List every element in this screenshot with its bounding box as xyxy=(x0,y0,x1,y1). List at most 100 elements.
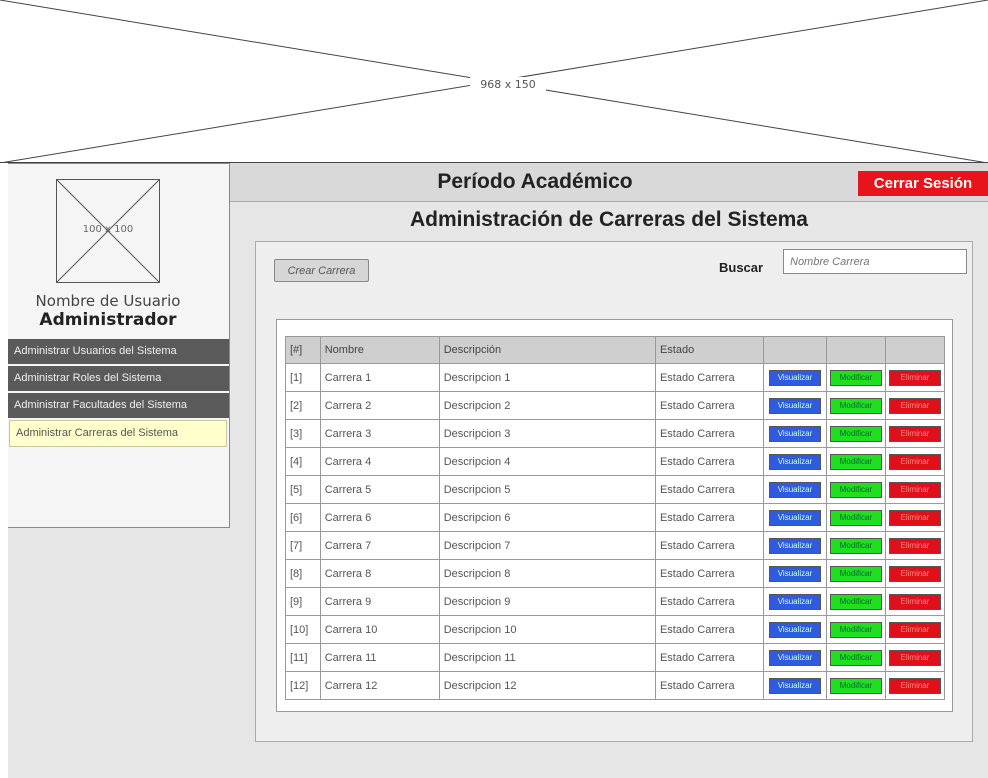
cell-description: Descripcion 7 xyxy=(438,531,656,560)
edit-button[interactable]: Modificar xyxy=(829,537,882,554)
delete-button[interactable]: Eliminar xyxy=(888,565,941,582)
view-button[interactable]: Visualizar xyxy=(769,369,822,386)
cell-edit: Modificar xyxy=(825,503,886,532)
cell-view: Visualizar xyxy=(763,559,827,588)
cell-edit: Modificar xyxy=(825,475,886,504)
cell-description: Descripcion 2 xyxy=(438,391,656,420)
cell-description: Descripcion 5 xyxy=(438,475,656,504)
cell-view: Visualizar xyxy=(763,447,827,476)
sidebar-nav: Administrar Usuarios del Sistema Adminis… xyxy=(8,339,229,447)
delete-button[interactable]: Eliminar xyxy=(888,481,941,498)
cell-index: [10] xyxy=(285,615,321,644)
search-input[interactable] xyxy=(783,249,967,274)
col-header-name: Nombre xyxy=(319,336,440,364)
view-button[interactable]: Visualizar xyxy=(769,537,822,554)
cell-name: Carrera 9 xyxy=(319,587,440,616)
table-row: [1] Carrera 1 Descripcion 1 Estado Carrera V… xyxy=(285,363,946,392)
cell-view: Visualizar xyxy=(763,503,827,532)
view-button[interactable]: Visualizar xyxy=(769,425,822,442)
cell-delete: Eliminar xyxy=(884,671,946,700)
cell-edit: Modificar xyxy=(825,363,886,392)
cell-status: Estado Carrera xyxy=(654,391,765,420)
view-button[interactable]: Visualizar xyxy=(769,453,822,470)
sidebar-item-carreras[interactable]: Administrar Carreras del Sistema xyxy=(9,420,227,447)
edit-button[interactable]: Modificar xyxy=(829,621,882,638)
main-panel: Crear Carrera Buscar [#] Nombre Descripc… xyxy=(255,241,973,742)
edit-button[interactable]: Modificar xyxy=(829,677,882,694)
sidebar: 100 x 100 Nombre de Usuario Administrado… xyxy=(8,163,230,528)
delete-button[interactable]: Eliminar xyxy=(888,649,941,666)
edit-button[interactable]: Modificar xyxy=(829,453,882,470)
delete-button[interactable]: Eliminar xyxy=(888,369,941,386)
cell-delete: Eliminar xyxy=(884,419,946,448)
table-row: [11] Carrera 11 Descripcion 11 Estado Carre… xyxy=(285,643,946,672)
cell-name: Carrera 10 xyxy=(319,615,440,644)
view-button[interactable]: Visualizar xyxy=(769,593,822,610)
view-button[interactable]: Visualizar xyxy=(769,677,822,694)
delete-button[interactable]: Eliminar xyxy=(888,537,941,554)
delete-button[interactable]: Eliminar xyxy=(888,397,941,414)
cell-status: Estado Carrera xyxy=(654,671,765,700)
table-row: [10] Carrera 10 Descripcion 10 Estado Carre… xyxy=(285,615,946,644)
search-label: Buscar xyxy=(719,260,764,275)
edit-button[interactable]: Modificar xyxy=(829,649,882,666)
cell-name: Carrera 1 xyxy=(319,363,440,392)
cell-status: Estado Carrera xyxy=(654,559,765,588)
table-container: [#] Nombre Descripción Estado [1] Carrera… xyxy=(276,319,953,712)
delete-button[interactable]: Eliminar xyxy=(888,425,941,442)
view-button[interactable]: Visualizar xyxy=(769,397,822,414)
create-career-button[interactable]: Crear Carrera xyxy=(274,259,369,282)
edit-button[interactable]: Modificar xyxy=(829,397,882,414)
cell-edit: Modificar xyxy=(825,643,886,672)
view-button[interactable]: Visualizar xyxy=(769,481,822,498)
cell-name: Carrera 3 xyxy=(319,419,440,448)
delete-button[interactable]: Eliminar xyxy=(888,677,941,694)
cell-index: [5] xyxy=(285,475,321,504)
logout-button[interactable]: Cerrar Sesión xyxy=(858,171,988,196)
cell-name: Carrera 12 xyxy=(319,671,440,700)
cell-edit: Modificar xyxy=(825,391,886,420)
view-button[interactable]: Visualizar xyxy=(769,621,822,638)
cell-name: Carrera 7 xyxy=(319,531,440,560)
cell-view: Visualizar xyxy=(763,587,827,616)
cell-edit: Modificar xyxy=(825,587,886,616)
cell-index: [8] xyxy=(285,559,321,588)
cell-edit: Modificar xyxy=(825,531,886,560)
sidebar-item-roles[interactable]: Administrar Roles del Sistema xyxy=(8,366,229,393)
cell-view: Visualizar xyxy=(763,363,827,392)
cell-view: Visualizar xyxy=(763,615,827,644)
cell-delete: Eliminar xyxy=(884,503,946,532)
delete-button[interactable]: Eliminar xyxy=(888,593,941,610)
cell-name: Carrera 11 xyxy=(319,643,440,672)
view-button[interactable]: Visualizar xyxy=(769,649,822,666)
cell-index: [6] xyxy=(285,503,321,532)
edit-button[interactable]: Modificar xyxy=(829,593,882,610)
edit-button[interactable]: Modificar xyxy=(829,425,882,442)
cell-edit: Modificar xyxy=(825,559,886,588)
delete-button[interactable]: Eliminar xyxy=(888,621,941,638)
edit-button[interactable]: Modificar xyxy=(829,565,882,582)
cell-description: Descripcion 10 xyxy=(438,615,656,644)
view-button[interactable]: Visualizar xyxy=(769,565,822,582)
edit-button[interactable]: Modificar xyxy=(829,481,882,498)
cell-view: Visualizar xyxy=(763,419,827,448)
col-header-index: [#] xyxy=(285,336,321,364)
view-button[interactable]: Visualizar xyxy=(769,509,822,526)
col-header-delete xyxy=(884,336,946,364)
cell-status: Estado Carrera xyxy=(654,475,765,504)
delete-button[interactable]: Eliminar xyxy=(888,453,941,470)
cell-edit: Modificar xyxy=(825,615,886,644)
cell-description: Descripcion 3 xyxy=(438,419,656,448)
cell-view: Visualizar xyxy=(763,475,827,504)
cell-view: Visualizar xyxy=(763,391,827,420)
edit-button[interactable]: Modificar xyxy=(829,509,882,526)
table-row: [6] Carrera 6 Descripcion 6 Estado Carrera V… xyxy=(285,503,946,532)
cell-status: Estado Carrera xyxy=(654,615,765,644)
sidebar-item-facultades[interactable]: Administrar Facultades del Sistema xyxy=(8,393,229,420)
edit-button[interactable]: Modificar xyxy=(829,369,882,386)
delete-button[interactable]: Eliminar xyxy=(888,509,941,526)
cell-index: [12] xyxy=(285,671,321,700)
table-row: [8] Carrera 8 Descripcion 8 Estado Carrera V… xyxy=(285,559,946,588)
sidebar-item-usuarios[interactable]: Administrar Usuarios del Sistema xyxy=(8,339,229,366)
cell-edit: Modificar xyxy=(825,419,886,448)
